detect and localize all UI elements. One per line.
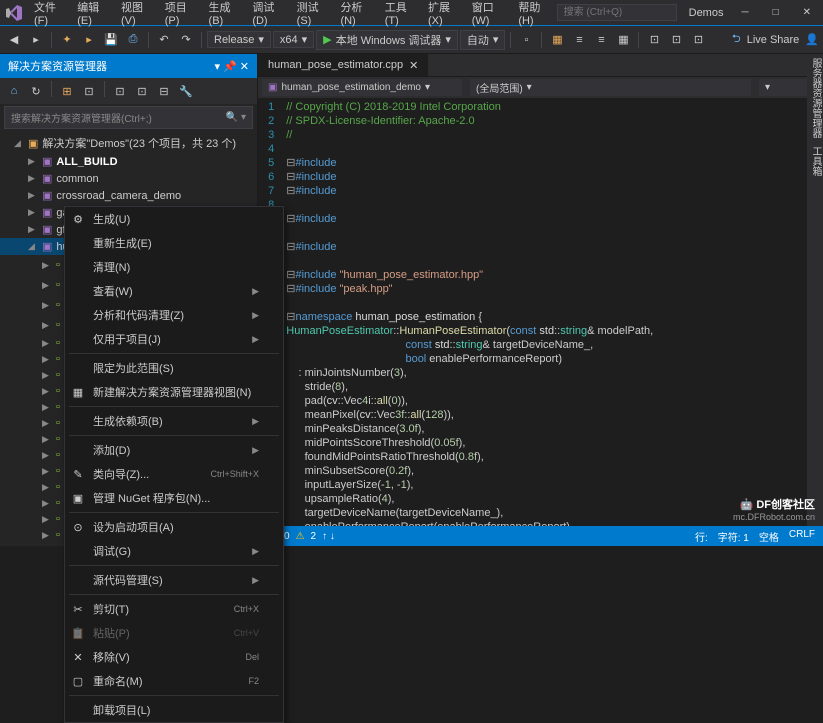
menu-item[interactable]: 项目(P) xyxy=(161,0,203,30)
tool-button[interactable]: ⊡ xyxy=(79,81,99,101)
toolbar-btn[interactable]: ≡ xyxy=(569,30,589,50)
maximize-button[interactable]: □ xyxy=(767,5,785,20)
context-menu-item[interactable]: 卸载项目(L) xyxy=(65,698,283,722)
editor-area: human_pose_estimator.cpp✕ ▣human_pose_es… xyxy=(258,54,823,546)
threads-combo[interactable]: 自动 ▾ xyxy=(460,30,506,50)
menu-item[interactable]: 分析(N) xyxy=(336,0,378,30)
menubar: 文件(F)编辑(E)视图(V)项目(P)生成(B)调试(D)测试(S)分析(N)… xyxy=(30,0,557,30)
menu-item[interactable]: 测试(S) xyxy=(293,0,335,30)
context-menu-item[interactable]: 添加(D)▶ xyxy=(65,438,283,462)
context-menu-item[interactable]: ▣管理 NuGet 程序包(N)... xyxy=(65,486,283,510)
toolbar-btn[interactable]: ▦ xyxy=(547,30,567,50)
file-tab[interactable]: human_pose_estimator.cpp✕ xyxy=(258,54,429,76)
context-menu-item[interactable]: ⊙设为启动项目(A) xyxy=(65,515,283,539)
close-button[interactable]: ✕ xyxy=(797,5,817,20)
menu-item[interactable]: 窗口(W) xyxy=(468,0,513,30)
panel-close-button[interactable]: ✕ xyxy=(240,61,249,73)
solution-node[interactable]: ◢▣解决方案"Demos"(23 个项目，共 23 个) xyxy=(0,133,257,153)
context-menu-item[interactable]: 重新生成(E) xyxy=(65,231,283,255)
undo-button[interactable]: ↶ xyxy=(154,30,174,50)
toolbar-btn[interactable]: ⊡ xyxy=(644,30,664,50)
menu-item[interactable]: 文件(F) xyxy=(30,0,71,30)
vs-logo-icon xyxy=(6,5,22,21)
menu-item[interactable]: 生成(B) xyxy=(205,0,247,30)
new-file-button[interactable]: ✦ xyxy=(57,30,77,50)
tool-button[interactable]: ⊡ xyxy=(110,81,130,101)
tool-button[interactable]: ⊟ xyxy=(154,81,174,101)
tool-button[interactable]: 🔧 xyxy=(176,81,196,101)
toolbar-btn[interactable]: ▫ xyxy=(516,30,536,50)
platform-combo[interactable]: x64 ▾ xyxy=(273,31,314,48)
context-menu-item[interactable]: 仅用于项目(J)▶ xyxy=(65,327,283,351)
context-menu-item[interactable]: ⚙生成(U) xyxy=(65,207,283,231)
redo-button[interactable]: ↷ xyxy=(176,30,196,50)
tool-tab[interactable]: 工具箱 xyxy=(807,146,823,176)
save-all-button[interactable]: ⎙ xyxy=(123,30,143,50)
titlebar: 文件(F)编辑(E)视图(V)项目(P)生成(B)调试(D)测试(S)分析(N)… xyxy=(0,0,823,26)
menu-item[interactable]: 工具(T) xyxy=(381,0,422,30)
nav-fwd-button[interactable]: ▸ xyxy=(26,30,46,50)
open-button[interactable]: ▸ xyxy=(79,30,99,50)
watermark: 🤖 DF创客社区 mc.DFRobot.com.cn xyxy=(733,496,815,522)
main-toolbar: ◀ ▸ ✦ ▸ 💾 ⎙ ↶ ↷ Release ▾ x64 ▾ ▶本地 Wind… xyxy=(0,26,823,54)
tool-button[interactable]: ↻ xyxy=(26,81,46,101)
global-search-input[interactable] xyxy=(557,4,677,21)
menu-item[interactable]: 视图(V) xyxy=(117,0,159,30)
project-node[interactable]: ▶▣ALL_BUILD xyxy=(0,153,257,170)
code-editor[interactable]: 12345678910 // Copyright (C) 2018-2019 I… xyxy=(258,98,823,546)
context-menu-item[interactable]: 调试(G)▶ xyxy=(65,539,283,563)
scope-combo[interactable]: ▣human_pose_estimation_demo ▾ xyxy=(262,79,462,96)
nav-back-button[interactable]: ◀ xyxy=(4,30,24,50)
context-menu-item[interactable]: ▢重命名(M)F2 xyxy=(65,669,283,693)
code-nav-bar: ▣human_pose_estimation_demo ▾ (全局范围) ▾ ▾ xyxy=(258,76,823,98)
tool-tab[interactable]: 服务器资源管理器 xyxy=(807,58,823,138)
home-button[interactable]: ⌂ xyxy=(4,81,24,101)
context-menu-item[interactable]: ✂剪切(T)Ctrl+X xyxy=(65,597,283,621)
context-menu-item[interactable]: 生成依赖项(B)▶ xyxy=(65,409,283,433)
menu-item[interactable]: 编辑(E) xyxy=(73,0,115,30)
liveshare-icon[interactable]: ⮌ xyxy=(732,30,741,49)
menu-item[interactable]: 帮助(H) xyxy=(514,0,556,30)
config-combo[interactable]: Release ▾ xyxy=(207,31,271,48)
pin-icon[interactable]: ▾ 📌 xyxy=(214,61,236,73)
window-buttons: ─ □ ✕ xyxy=(735,5,817,20)
explorer-search[interactable]: 搜索解决方案资源管理器(Ctrl+;)🔍 ▾ xyxy=(4,106,253,129)
menu-item[interactable]: 扩展(X) xyxy=(424,0,466,30)
account-icon[interactable]: 👤 xyxy=(805,33,819,46)
editor-tabs: human_pose_estimator.cpp✕ xyxy=(258,54,823,76)
context-menu-item[interactable]: ▦新建解决方案资源管理器视图(N) xyxy=(65,380,283,404)
toolbar-btn[interactable]: ⊡ xyxy=(666,30,686,50)
context-menu-item[interactable]: 分析和代码清理(Z)▶ xyxy=(65,303,283,327)
context-menu-item[interactable]: ✕移除(V)Del xyxy=(65,645,283,669)
right-tool-rail: 服务器资源管理器工具箱 xyxy=(807,54,823,526)
tab-close-icon[interactable]: ✕ xyxy=(409,59,418,72)
project-node[interactable]: ▶▣crossroad_camera_demo xyxy=(0,187,257,204)
tool-button[interactable]: ⊞ xyxy=(57,81,77,101)
save-button[interactable]: 💾 xyxy=(101,30,121,50)
minimize-button[interactable]: ─ xyxy=(735,5,754,20)
context-menu-item[interactable]: 查看(W)▶ xyxy=(65,279,283,303)
context-menu-item[interactable]: 源代码管理(S)▶ xyxy=(65,568,283,592)
project-context-menu: ⚙生成(U)重新生成(E)清理(N)查看(W)▶分析和代码清理(Z)▶仅用于项目… xyxy=(64,206,284,723)
context-menu-item[interactable]: 限定为此范围(S) xyxy=(65,356,283,380)
explorer-toolbar: ⌂ ↻ ⊞ ⊡ ⊡ ⊡ ⊟ 🔧 xyxy=(0,78,257,104)
explorer-header: 解决方案资源管理器 ▾ 📌 ✕ xyxy=(0,54,257,78)
context-menu-item[interactable]: ✎类向导(Z)...Ctrl+Shift+X xyxy=(65,462,283,486)
menu-item[interactable]: 调试(D) xyxy=(248,0,290,30)
warning-icon[interactable]: ⚠ xyxy=(296,531,305,542)
toolbar-btn[interactable]: ▦ xyxy=(613,30,633,50)
tool-button[interactable]: ⊡ xyxy=(132,81,152,101)
context-menu-item[interactable]: 📋粘贴(P)Ctrl+V xyxy=(65,621,283,645)
context-menu-item[interactable]: 清理(N) xyxy=(65,255,283,279)
start-debug-button[interactable]: ▶本地 Windows 调试器 ▾ xyxy=(316,30,458,50)
liveshare-button[interactable]: Live Share xyxy=(747,34,800,46)
editor-statusbar: ✕0 ⚠2 ↑ ↓ 行: 字符: 1 空格 CRLF xyxy=(258,526,823,546)
toolbar-btn[interactable]: ⊡ xyxy=(688,30,708,50)
member-combo[interactable]: (全局范围) ▾ xyxy=(470,79,751,96)
toolbar-btn[interactable]: ≡ xyxy=(591,30,611,50)
project-name: Demos xyxy=(689,7,724,19)
project-node[interactable]: ▶▣common xyxy=(0,170,257,187)
